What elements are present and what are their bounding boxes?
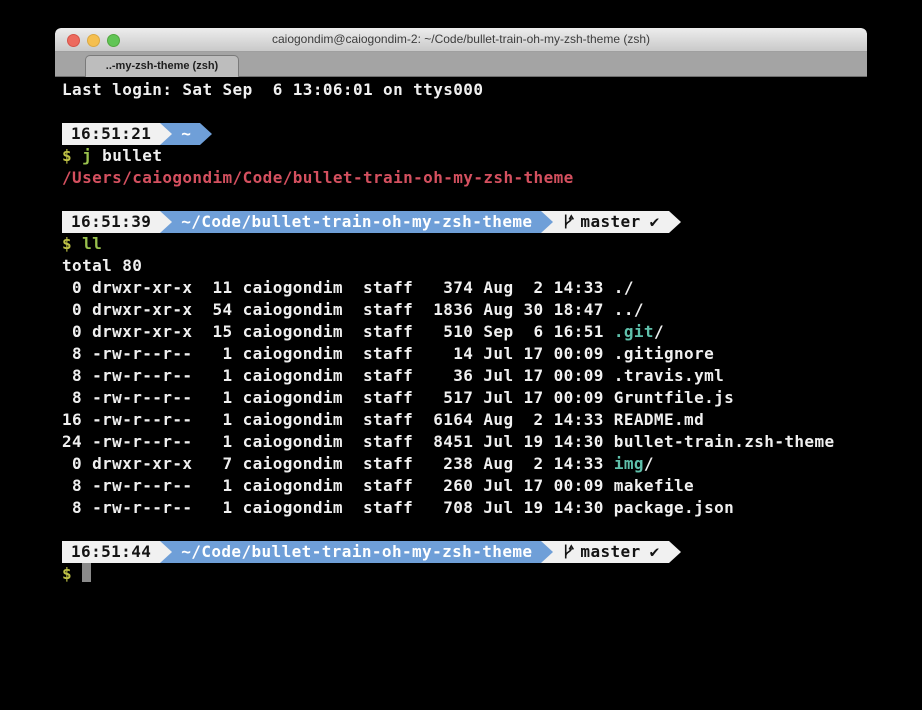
terminal-line: 24 -rw-r--r-- 1 caiogondim staff 8451 Ju… — [62, 431, 860, 453]
powerline-arrow-icon — [541, 211, 553, 233]
terminal-line: 8 -rw-r--r-- 1 caiogondim staff 14 Jul 1… — [62, 343, 860, 365]
git-branch-icon — [562, 213, 575, 230]
git-branch-name: master — [580, 212, 640, 231]
git-clean-check-icon: ✔ — [650, 212, 660, 231]
terminal-text: 8 -rw-r--r-- 1 caiogondim staff 14 Jul 1… — [62, 344, 714, 363]
minimize-button[interactable] — [87, 34, 100, 47]
terminal-text: $ — [62, 146, 72, 165]
terminal-text — [72, 564, 82, 583]
tab-my-zsh-theme[interactable]: ..-my-zsh-theme (zsh) — [85, 55, 239, 77]
zoom-button[interactable] — [107, 34, 120, 47]
terminal-text — [72, 234, 82, 253]
terminal-text: .git — [614, 322, 654, 341]
terminal-line: Last login: Sat Sep 6 13:06:01 on ttys00… — [62, 79, 860, 101]
powerline-arrow-icon — [669, 211, 681, 233]
terminal-text: 16 -rw-r--r-- 1 caiogondim staff 6164 Au… — [62, 410, 704, 429]
window-title: caiogondim@caiogondim-2: ~/Code/bullet-t… — [55, 28, 867, 51]
terminal-text: / — [654, 322, 664, 341]
terminal-text: 0 drwxr-xr-x 15 caiogondim staff 510 Sep… — [62, 322, 614, 341]
traffic-lights — [67, 34, 120, 47]
titlebar[interactable]: caiogondim@caiogondim-2: ~/Code/bullet-t… — [55, 28, 867, 52]
terminal-screen[interactable]: Last login: Sat Sep 6 13:06:01 on ttys00… — [55, 77, 867, 705]
terminal-text: bullet — [92, 146, 162, 165]
terminal-window: caiogondim@caiogondim-2: ~/Code/bullet-t… — [55, 28, 867, 706]
powerline-arrow-icon — [160, 123, 172, 145]
git-branch-name: master — [580, 542, 640, 561]
terminal-line: 8 -rw-r--r-- 1 caiogondim staff 708 Jul … — [62, 497, 860, 519]
terminal-line: 8 -rw-r--r-- 1 caiogondim staff 36 Jul 1… — [62, 365, 860, 387]
prompt-git-segment: master ✔ — [553, 541, 668, 563]
terminal-text: Last login: Sat Sep 6 13:06:01 on ttys00… — [62, 80, 483, 99]
prompt-line: 16:51:21 ~ — [62, 123, 860, 145]
terminal-line: 0 drwxr-xr-x 54 caiogondim staff 1836 Au… — [62, 299, 860, 321]
close-button[interactable] — [67, 34, 80, 47]
prompt-time-segment: 16:51:44 — [62, 541, 160, 563]
terminal-line: 0 drwxr-xr-x 11 caiogondim staff 374 Aug… — [62, 277, 860, 299]
git-clean-check-icon: ✔ — [650, 542, 660, 561]
blank-line — [62, 189, 860, 211]
terminal-line: $ — [62, 563, 860, 585]
blank-line — [62, 519, 860, 541]
terminal-text: img — [614, 454, 644, 473]
terminal-line: 16 -rw-r--r-- 1 caiogondim staff 6164 Au… — [62, 409, 860, 431]
terminal-text: $ — [62, 234, 72, 253]
terminal-text — [72, 146, 82, 165]
prompt-line: 16:51:39 ~/Code/bullet-train-oh-my-zsh-th… — [62, 211, 860, 233]
prompt-path-segment: ~/Code/bullet-train-oh-my-zsh-theme — [172, 211, 541, 233]
git-branch-icon — [562, 543, 575, 560]
prompt-git-segment: master ✔ — [553, 211, 668, 233]
terminal-line: /Users/caiogondim/Code/bullet-train-oh-m… — [62, 167, 860, 189]
terminal-line: $ ll — [62, 233, 860, 255]
powerline-arrow-icon — [541, 541, 553, 563]
powerline-arrow-icon — [160, 541, 172, 563]
terminal-text: 8 -rw-r--r-- 1 caiogondim staff 260 Jul … — [62, 476, 694, 495]
terminal-text: total 80 — [62, 256, 142, 275]
blank-line — [62, 101, 860, 123]
terminal-text: ll — [82, 234, 102, 253]
prompt-path-segment: ~ — [172, 123, 200, 145]
terminal-line: 0 drwxr-xr-x 15 caiogondim staff 510 Sep… — [62, 321, 860, 343]
terminal-text: / — [644, 454, 654, 473]
powerline-arrow-icon — [669, 541, 681, 563]
terminal-text: 24 -rw-r--r-- 1 caiogondim staff 8451 Ju… — [62, 432, 835, 451]
terminal-text: $ — [62, 564, 72, 583]
tab-bar: ..-my-zsh-theme (zsh) — [55, 52, 867, 77]
terminal-line: 8 -rw-r--r-- 1 caiogondim staff 260 Jul … — [62, 475, 860, 497]
terminal-line: 8 -rw-r--r-- 1 caiogondim staff 517 Jul … — [62, 387, 860, 409]
prompt-line: 16:51:44 ~/Code/bullet-train-oh-my-zsh-th… — [62, 541, 860, 563]
terminal-text: 0 drwxr-xr-x 7 caiogondim staff 238 Aug … — [62, 454, 614, 473]
powerline-arrow-icon — [200, 123, 212, 145]
terminal-line: $ j bullet — [62, 145, 860, 167]
terminal-text: 0 drwxr-xr-x 54 caiogondim staff 1836 Au… — [62, 300, 644, 319]
powerline-arrow-icon — [160, 211, 172, 233]
terminal-line: total 80 — [62, 255, 860, 277]
prompt-time-segment: 16:51:39 — [62, 211, 160, 233]
prompt-path-segment: ~/Code/bullet-train-oh-my-zsh-theme — [172, 541, 541, 563]
terminal-text: 8 -rw-r--r-- 1 caiogondim staff 36 Jul 1… — [62, 366, 724, 385]
terminal-text: 8 -rw-r--r-- 1 caiogondim staff 517 Jul … — [62, 388, 734, 407]
terminal-cursor — [82, 563, 91, 582]
terminal-text: 8 -rw-r--r-- 1 caiogondim staff 708 Jul … — [62, 498, 734, 517]
prompt-time-segment: 16:51:21 — [62, 123, 160, 145]
terminal-text: /Users/caiogondim/Code/bullet-train-oh-m… — [62, 168, 574, 187]
terminal-text: 0 drwxr-xr-x 11 caiogondim staff 374 Aug… — [62, 278, 634, 297]
terminal-text: j — [82, 146, 92, 165]
terminal-line: 0 drwxr-xr-x 7 caiogondim staff 238 Aug … — [62, 453, 860, 475]
